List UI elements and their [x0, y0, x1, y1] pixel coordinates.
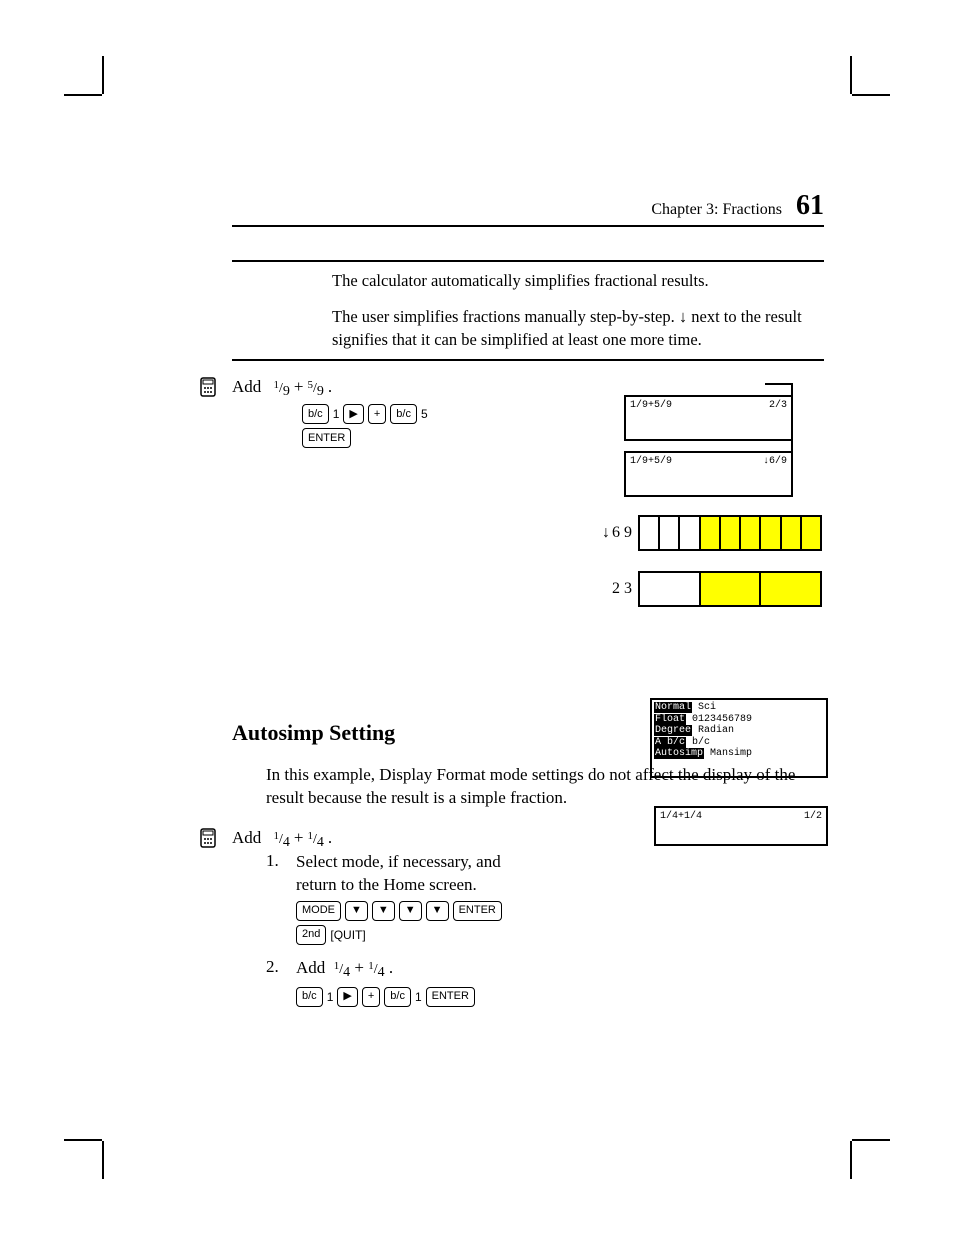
key-right: ▶ — [337, 987, 357, 1007]
key-plus: + — [368, 404, 386, 424]
chapter-label: Chapter 3: Fractions — [651, 201, 782, 218]
down-arrow-icon: ↓ — [602, 524, 610, 542]
key-down: ▼ — [345, 901, 368, 921]
calculator-icon — [200, 377, 216, 402]
example1-trail: . — [328, 377, 332, 397]
key-quit: [QUIT] — [330, 927, 365, 943]
key-mode: MODE — [296, 901, 341, 921]
fraction-bar-chart: ↓ 6 9 2 — [584, 515, 824, 607]
page-number: 61 — [796, 190, 824, 221]
key-plus: + — [362, 987, 380, 1007]
key-enter: ENTER — [453, 901, 502, 921]
step2-plus: + — [354, 958, 368, 977]
bar-strip-9 — [638, 515, 822, 551]
bar-row-2-3: 2 3 — [584, 571, 824, 607]
key-5: 5 — [421, 407, 428, 421]
header-rule — [232, 225, 824, 227]
key-enter: ENTER — [302, 428, 351, 448]
mode-line-1: Normal Sci — [654, 702, 824, 714]
bar-row-6-9: ↓ 6 9 — [584, 515, 824, 551]
key-down: ▼ — [372, 901, 395, 921]
step-1: 1. Select mode, if necessary, and return… — [266, 851, 824, 945]
example2-trail: . — [328, 828, 332, 848]
key-2nd: 2nd — [296, 925, 326, 945]
screen-autosimp-result: 1/9+5/9 2/3 — [624, 395, 793, 441]
step1-keys-row1: MODE ▼ ▼ ▼ ▼ ENTER — [296, 901, 526, 921]
example2-frac2: 1/4 — [308, 828, 324, 851]
step2-lead: Add — [296, 958, 325, 977]
screen2-result: ↓6/9 — [763, 456, 787, 467]
key-bc: b/c — [302, 404, 329, 424]
bar-strip-3 — [638, 571, 822, 607]
step1-number: 1. — [266, 851, 286, 945]
mode-screen: Normal Sci Float 0123456789 Degree Radia… — [650, 698, 828, 778]
table-row: The calculator automatically simplifies … — [232, 262, 824, 300]
example1-frac2: 5/9 — [308, 377, 324, 400]
autosimp-row1-text: The calculator automatically simplifies … — [332, 270, 824, 292]
key-1: 1 — [327, 989, 334, 1005]
running-head: Chapter 3: Fractions 61 — [651, 190, 824, 222]
step1-text-a: Select — [296, 852, 342, 871]
step2-trail: . — [389, 958, 393, 977]
key-1: 1 — [333, 407, 340, 421]
mode-line-2: Float 0123456789 — [654, 714, 824, 726]
key-bc: b/c — [384, 987, 411, 1007]
frac-6-9: 6 9 — [612, 524, 632, 542]
key-right: ▶ — [343, 404, 363, 424]
autosimp-row2-text: The user simplifies fractions manually s… — [332, 306, 824, 351]
step2-frac1: 1/4 — [334, 957, 350, 983]
result2-expr: 1/4+1/4 — [660, 811, 702, 822]
result2-value: 1/2 — [804, 811, 822, 822]
table-row: The user simplifies fractions manually s… — [232, 300, 824, 359]
example1-frac1: 1/9 — [274, 377, 290, 400]
calculator-icon — [200, 828, 216, 853]
key-down: ▼ — [426, 901, 449, 921]
screen2-expr: 1/9+5/9 — [630, 456, 672, 467]
mode-line-5: Autosimp Mansimp — [654, 748, 824, 760]
key-enter: ENTER — [426, 987, 475, 1007]
result-screen-2: 1/4+1/4 1/2 — [654, 806, 828, 846]
step2-frac2: 1/4 — [368, 957, 384, 983]
key-bc: b/c — [296, 987, 323, 1007]
key-down: ▼ — [399, 901, 422, 921]
mode-line-3: Degree Radian — [654, 725, 824, 737]
step1-keys-row2: 2nd [QUIT] — [296, 925, 526, 945]
screen1-result: 2/3 — [769, 400, 787, 411]
example2-lead: Add — [232, 828, 261, 848]
frac-2-3: 2 3 — [612, 580, 632, 598]
example2-frac1: 1/4 — [274, 828, 290, 851]
example1-lead: Add — [232, 377, 261, 397]
example1-plus: + — [294, 377, 304, 397]
step2-number: 2. — [266, 957, 286, 1007]
step2-keys: b/c 1 ▶ + b/c 1 ENTER — [296, 987, 526, 1007]
key-1b: 1 — [415, 989, 422, 1005]
autosimp-table: The calculator automatically simplifies … — [232, 260, 824, 361]
screen-mansimp-result: 1/9+5/9 ↓6/9 — [624, 451, 793, 497]
key-bc: b/c — [390, 404, 417, 424]
example2-plus: + — [294, 828, 304, 848]
mode-line-4: A b/c b/c — [654, 737, 824, 749]
step-2: 2. Add 1/4 + 1/4 . b/c 1 ▶ + b/c 1 ENTER — [266, 957, 824, 1007]
screen1-expr: 1/9+5/9 — [630, 400, 672, 411]
example1-screens: 1/9+5/9 2/3 1/9+5/9 ↓6/9 ↓ 6 9 — [624, 395, 824, 627]
